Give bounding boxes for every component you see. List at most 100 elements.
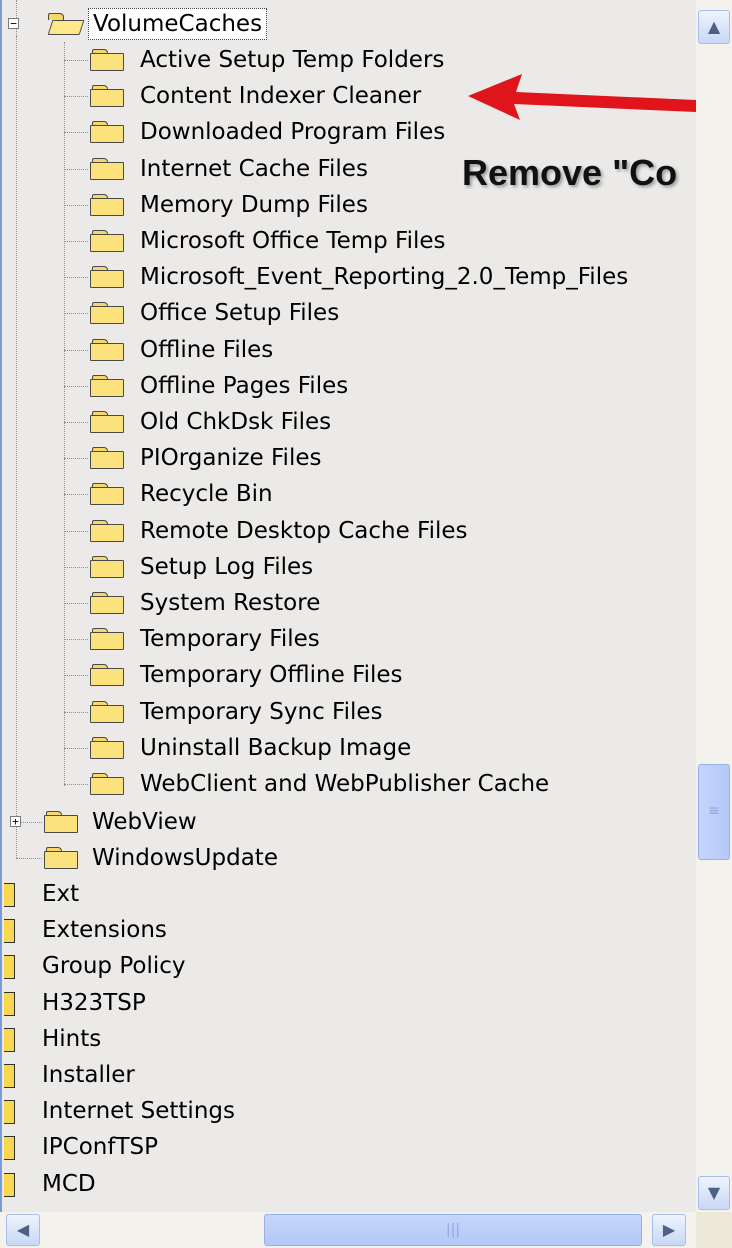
tree-item-label: Extensions [42, 917, 167, 944]
tree-item-label: Uninstall Backup Image [140, 734, 412, 761]
folder-icon [90, 121, 126, 144]
tree-item-cache-key[interactable]: Recycle Bin [2, 476, 696, 512]
tree-item-label: Internet Settings [42, 1098, 235, 1125]
tree-item-label: WebClient and WebPublisher Cache [140, 771, 550, 797]
tree-item-top-level-key[interactable]: Group Policy [2, 948, 696, 984]
tree-item-cache-key[interactable]: System Restore [2, 585, 696, 621]
tree-item-cache-key[interactable]: Temporary Offline Files [2, 657, 696, 693]
chevron-up-icon[interactable]: ▲ [698, 10, 730, 44]
folder-icon [90, 664, 126, 687]
tree-item-label: System Restore [140, 590, 321, 616]
folder-icon [4, 991, 15, 1016]
vertical-scrollbar[interactable]: ▲ ≡ ▼ [696, 0, 732, 1212]
tree-item-cache-key[interactable]: Offline Files [2, 332, 696, 368]
tree-item-top-level-key[interactable]: Ext [2, 876, 696, 912]
folder-icon [90, 338, 126, 361]
folder-icon [44, 811, 80, 833]
tree-item-top-level-key[interactable]: Installer [2, 1057, 696, 1093]
tree-item-label: IPConfTSP [42, 1134, 158, 1161]
chevron-down-icon[interactable]: ▼ [698, 1176, 730, 1210]
tree-item-cache-key[interactable]: Remote Desktop Cache Files [2, 513, 696, 549]
tree-item-cache-key[interactable]: Old ChkDsk Files [2, 404, 696, 440]
tree-item-label: Remote Desktop Cache Files [140, 517, 468, 544]
folder-icon [4, 1100, 15, 1125]
folder-icon [90, 157, 126, 180]
collapse-expander-icon[interactable]: − [8, 18, 19, 29]
folder-icon [4, 883, 15, 907]
tree-item-label: H323TSP [42, 989, 146, 1016]
tree-item-top-level-key[interactable]: Internet Settings [2, 1093, 696, 1129]
folder-icon [90, 773, 126, 795]
folder-icon [90, 736, 126, 759]
folder-icon [90, 49, 126, 71]
scrollbar-corner [696, 1212, 732, 1248]
tree-item-label: Offline Files [140, 336, 274, 363]
annotation-arrow-head [468, 74, 696, 120]
tree-item-label: Microsoft_Event_Reporting_2.0_Temp_Files [140, 264, 629, 291]
folder-icon [90, 700, 126, 723]
tree-item-top-level-key[interactable]: IPConfTSP [2, 1129, 696, 1165]
folder-icon [4, 1027, 15, 1052]
vertical-scroll-thumb[interactable]: ≡ [698, 764, 730, 860]
folder-icon [90, 230, 126, 252]
tree-item-top-level-key[interactable]: Extensions [2, 912, 696, 948]
folder-icon [90, 628, 126, 651]
folder-icon [90, 85, 126, 108]
tree-item-label: VolumeCaches [88, 8, 268, 40]
tree-item-cache-key[interactable]: WebClient and WebPublisher Cache [2, 766, 696, 802]
tree-item-label: WindowsUpdate [92, 845, 278, 871]
tree-item-cache-key[interactable]: PIOrganize Files [2, 440, 696, 476]
folder-icon [4, 1064, 15, 1088]
folder-icon [90, 302, 126, 325]
tree-item-label: Hints [42, 1025, 102, 1052]
folder-icon [90, 447, 126, 470]
folder-icon [90, 483, 126, 506]
folder-icon [90, 193, 126, 216]
folder-icon [90, 266, 126, 289]
tree-item-volumecaches[interactable]: − VolumeCaches [2, 6, 696, 42]
tree-item-label: PIOrganize Files [140, 445, 322, 472]
folder-icon [4, 1136, 15, 1161]
tree-guide-line [16, 36, 17, 858]
folder-icon [90, 555, 126, 578]
folder-icon [4, 1172, 15, 1197]
tree-item-webview[interactable]: + WebView [2, 804, 696, 840]
folder-icon [90, 592, 126, 614]
tree-item-label: Office Setup Files [140, 300, 340, 327]
tree-item-label: Temporary Sync Files [140, 698, 383, 725]
tree-item-top-level-key[interactable]: H323TSP [2, 985, 696, 1021]
tree-item-windowsupdate[interactable]: WindowsUpdate [2, 840, 696, 876]
expand-expander-icon[interactable]: + [10, 816, 21, 827]
tree-item-label: Internet Cache Files [140, 155, 368, 182]
open-folder-icon [46, 13, 82, 35]
tree-item-label: Setup Log Files [140, 553, 314, 580]
tree-item-label: Offline Pages Files [140, 372, 349, 399]
tree-item-label: Microsoft Office Temp Files [140, 228, 446, 254]
annotation-arrow-icon [468, 74, 696, 120]
tree-item-label: MCD [42, 1170, 96, 1197]
tree-item-cache-key[interactable]: Microsoft Office Temp Files [2, 223, 696, 259]
horizontal-scroll-thumb[interactable]: ||| [264, 1214, 642, 1246]
tree-item-cache-key[interactable]: Temporary Files [2, 621, 696, 657]
tree-item-cache-key[interactable]: Offline Pages Files [2, 368, 696, 404]
tree-item-label: Memory Dump Files [140, 191, 368, 218]
folder-icon [4, 919, 15, 944]
tree-item-cache-key[interactable]: Office Setup Files [2, 295, 696, 331]
tree-item-cache-key[interactable]: Temporary Sync Files [2, 694, 696, 730]
tree-item-top-level-key[interactable]: MCD [2, 1166, 696, 1202]
tree-item-label: Active Setup Temp Folders [140, 47, 445, 73]
tree-item-cache-key[interactable]: Microsoft_Event_Reporting_2.0_Temp_Files [2, 259, 696, 295]
horizontal-scrollbar[interactable]: ◀ ||| ▶ [0, 1212, 696, 1248]
folder-icon [44, 847, 80, 869]
tree-item-label: Old ChkDsk Files [140, 409, 332, 435]
folder-icon [90, 411, 126, 433]
tree-item-cache-key[interactable]: Setup Log Files [2, 549, 696, 585]
tree-item-label: Recycle Bin [140, 481, 273, 508]
tree-item-label: Downloaded Program Files [140, 119, 446, 146]
tree-item-top-level-key[interactable]: Hints [2, 1021, 696, 1057]
chevron-right-icon[interactable]: ▶ [652, 1214, 686, 1246]
tree-item-label: Content Indexer Cleaner [140, 83, 422, 110]
tree-item-cache-key[interactable]: Uninstall Backup Image [2, 730, 696, 766]
chevron-left-icon[interactable]: ◀ [6, 1214, 40, 1246]
tree-item-label: Installer [42, 1062, 135, 1088]
